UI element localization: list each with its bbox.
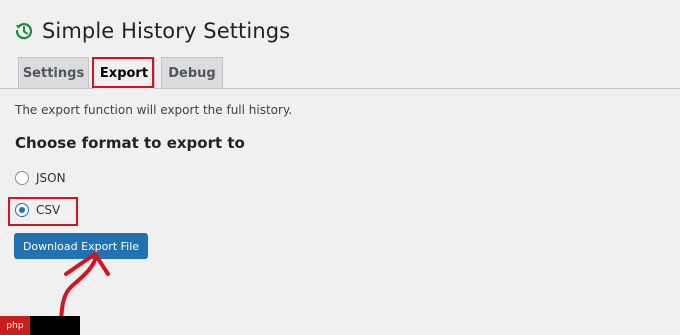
json-radio[interactable] [15,171,29,185]
tab-debug[interactable]: Debug [161,57,223,88]
export-description: The export function will export the full… [15,103,293,117]
csv-highlight-box [8,197,78,226]
page-title: Simple History Settings [42,19,291,43]
json-label: JSON [36,171,66,185]
watermark-label: php [0,316,30,335]
page-header: Simple History Settings [14,14,290,48]
export-tab-highlight-box [92,57,154,88]
format-section-title: Choose format to export to [15,134,245,152]
watermark-block [30,316,80,335]
tab-settings[interactable]: Settings [18,57,89,88]
history-icon [15,23,33,40]
format-option-json[interactable]: JSON [15,171,66,185]
watermark: php [0,316,80,335]
